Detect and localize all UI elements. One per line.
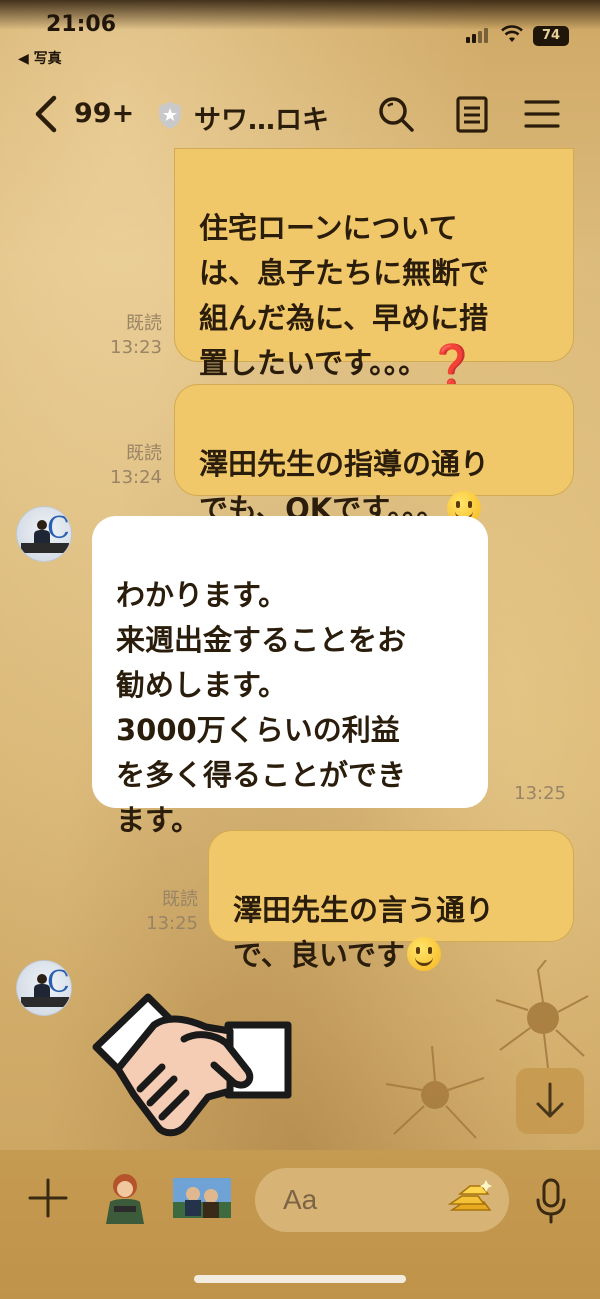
message-bubble-sent[interactable]: 澤田先生の指導の通り でも、OKです。。。 xyxy=(174,384,574,526)
read-receipt: 既読 xyxy=(126,313,162,334)
unread-count[interactable]: 99+ xyxy=(74,98,134,129)
crack-decoration-icon xyxy=(385,1045,485,1139)
avatar-desk xyxy=(21,997,69,1007)
message-time: 13:24 xyxy=(110,467,162,488)
message-time: 13:23 xyxy=(110,337,162,358)
wifi-icon xyxy=(501,25,523,42)
read-receipt: 既読 xyxy=(126,443,162,464)
message-time: 13:25 xyxy=(514,783,566,804)
message-time: 13:25 xyxy=(146,913,198,934)
shield-icon xyxy=(159,102,181,129)
battery-indicator: 74 xyxy=(533,26,569,46)
message-meta: 既読 13:23 xyxy=(90,312,162,360)
message-meta: 既読 13:25 xyxy=(126,888,198,936)
notes-icon[interactable] xyxy=(452,94,492,134)
menu-icon[interactable] xyxy=(522,94,562,134)
photo-sticker-icon[interactable] xyxy=(173,1178,231,1218)
handshake-sticker[interactable] xyxy=(88,985,298,1150)
chat-title[interactable]: サワ…ロキ xyxy=(194,98,329,137)
chevron-left-icon[interactable] xyxy=(32,94,60,134)
cellular-signal-icon xyxy=(466,28,488,43)
contact-avatar[interactable]: C xyxy=(16,960,72,1016)
character-sticker-icon[interactable] xyxy=(100,1172,150,1224)
search-icon[interactable] xyxy=(376,94,416,134)
avatar-desk xyxy=(21,543,69,553)
status-bar: 21:06 ◀ 写真 74 xyxy=(0,0,600,72)
message-bubble-sent[interactable]: 澤田先生の言う通り で、良いです xyxy=(208,830,574,972)
back-to-app-link[interactable]: ◀ 写真 xyxy=(18,48,62,68)
gold-bars-icon[interactable] xyxy=(446,1180,494,1218)
message-meta: 既読 13:24 xyxy=(90,442,162,490)
smiley-emoji-icon xyxy=(406,937,441,971)
message-meta: 13:25 xyxy=(494,782,566,806)
contact-avatar[interactable]: C xyxy=(16,506,72,562)
chat-header: 99+ サワ…ロキ xyxy=(0,80,600,154)
status-time: 21:06 xyxy=(46,12,117,37)
message-bubble-sent[interactable]: 住宅ローンについて は、息子たちに無断で 組んだ為に、早めに措 置したいです。。… xyxy=(174,148,574,390)
scroll-to-bottom-button[interactable] xyxy=(516,1068,584,1134)
read-receipt: 既読 xyxy=(162,889,198,910)
question-mark-emoji-icon: ❓ xyxy=(426,343,478,390)
message-text: わかります。 来週出金することをお 勧めします。 3000万くらいの利益 を多く… xyxy=(116,578,407,837)
crack-decoration-icon xyxy=(495,960,589,1069)
arrow-down-icon xyxy=(536,1082,564,1118)
plus-icon[interactable] xyxy=(28,1178,68,1218)
message-bubble-received[interactable]: わかります。 来週出金することをお 勧めします。 3000万くらいの利益 を多く… xyxy=(92,516,488,837)
message-text: 澤田先生の指導の通り でも、OKです。。。 xyxy=(199,447,490,526)
microphone-icon[interactable] xyxy=(534,1178,568,1224)
home-indicator[interactable] xyxy=(194,1275,406,1283)
